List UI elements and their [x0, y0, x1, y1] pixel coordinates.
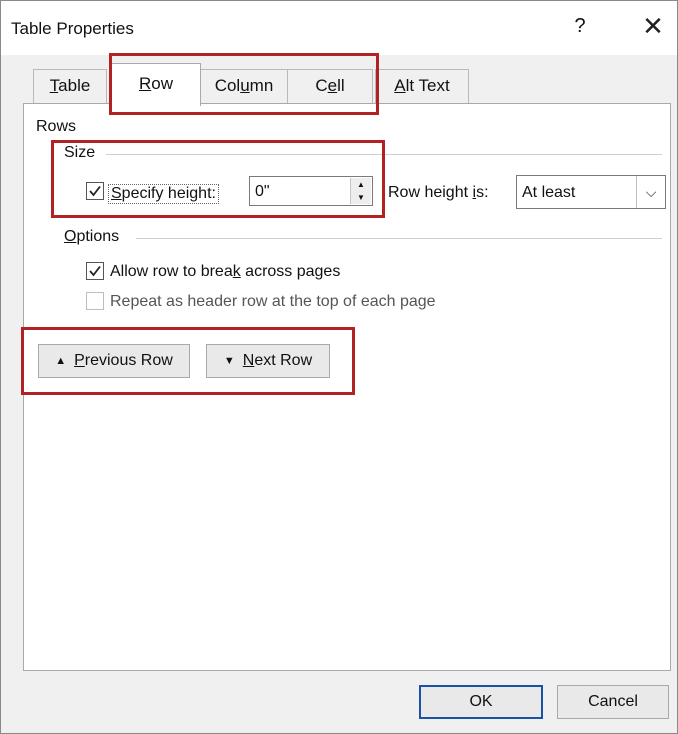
tab-row[interactable]: Row — [111, 63, 201, 106]
title-bar: Table Properties ? ✕ — [1, 1, 677, 55]
chevron-down-icon[interactable]: ⌵ — [636, 176, 665, 208]
size-group-label: Size — [64, 144, 96, 161]
options-group-label: Options — [64, 228, 120, 245]
triangle-down-icon: ▼ — [223, 355, 235, 367]
table-properties-dialog: Table Properties ? ✕ Table Row Column Ce… — [0, 0, 678, 734]
close-icon[interactable]: ✕ — [638, 11, 668, 42]
height-value[interactable]: 0" — [255, 183, 270, 201]
rows-heading: Rows — [36, 118, 77, 135]
triangle-up-icon: ▲ — [55, 355, 67, 367]
tab-alt-text[interactable]: Alt Text — [375, 69, 469, 104]
checkmark-icon — [89, 185, 101, 197]
allow-break-checkbox[interactable] — [86, 262, 104, 280]
specify-height-label[interactable]: Specify height: — [108, 184, 219, 204]
spin-up-icon[interactable]: ▲ — [351, 178, 371, 192]
previous-row-button[interactable]: ▲ Previous Row — [38, 344, 190, 378]
specify-height-checkbox[interactable] — [86, 182, 104, 200]
allow-break-label[interactable]: Allow row to break across pages — [110, 263, 340, 281]
row-tab-panel: Rows Size Specify height: 0" ▲ ▼ Row hei… — [23, 103, 671, 671]
spinner-buttons: ▲ ▼ — [350, 178, 371, 204]
options-divider — [136, 238, 662, 239]
window-title: Table Properties — [11, 19, 134, 38]
repeat-header-label[interactable]: Repeat as header row at the top of each … — [110, 293, 436, 311]
tab-column[interactable]: Column — [199, 69, 289, 104]
next-row-button[interactable]: ▼ Next Row — [206, 344, 330, 378]
size-divider — [106, 154, 662, 155]
repeat-header-checkbox[interactable] — [86, 292, 104, 310]
help-button[interactable]: ? — [569, 15, 591, 38]
row-height-is-value: At least — [522, 184, 576, 201]
row-height-is-select[interactable]: At least ⌵ — [516, 175, 666, 209]
ok-button[interactable]: OK — [419, 685, 543, 719]
height-spinner[interactable]: 0" ▲ ▼ — [249, 176, 373, 206]
cancel-button[interactable]: Cancel — [557, 685, 669, 719]
tab-cell[interactable]: Cell — [287, 69, 373, 104]
checkmark-icon — [89, 265, 101, 277]
row-height-is-label: Row height is: — [388, 184, 489, 201]
spin-down-icon[interactable]: ▼ — [351, 191, 371, 204]
tab-table[interactable]: Table — [33, 69, 107, 104]
